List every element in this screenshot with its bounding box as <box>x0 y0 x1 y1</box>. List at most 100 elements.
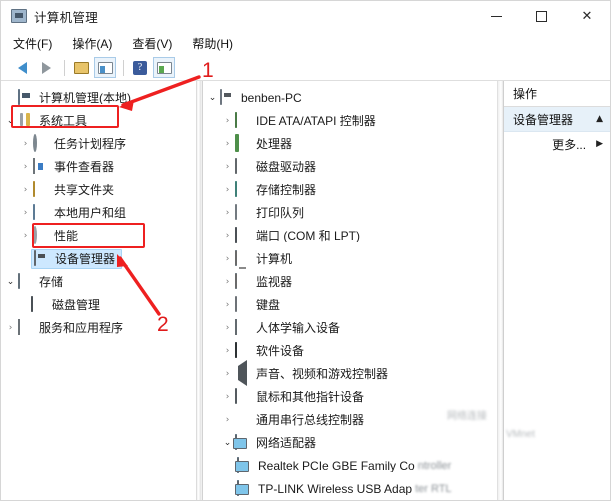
device-node-ports[interactable]: › 端口 (COM 和 LPT) <box>203 224 503 247</box>
device-node-computer[interactable]: › 计算机 <box>203 247 503 270</box>
chevron-right-icon[interactable]: › <box>220 270 235 293</box>
chevron-up-icon[interactable]: ▲ <box>596 114 603 124</box>
console-tree-pane: › 计算机管理(本地) ⌄ 系统工具 › 任务计划程序 › <box>1 81 196 500</box>
chevron-right-icon[interactable]: › <box>220 385 235 408</box>
chevron-down-icon[interactable]: ⌄ <box>3 109 18 132</box>
device-node-processor[interactable]: › 处理器 <box>203 132 503 155</box>
show-pane-icon[interactable] <box>94 57 116 78</box>
tree-item-performance[interactable]: › 性能 <box>1 224 196 247</box>
chevron-right-icon[interactable]: › <box>18 178 33 201</box>
back-icon[interactable] <box>11 57 33 78</box>
menu-action[interactable]: 操作(A) <box>72 35 112 52</box>
window-title: 计算机管理 <box>34 11 99 25</box>
device-node-storage-controllers[interactable]: › 存储控制器 <box>203 178 503 201</box>
device-node-realtek-pcie-gbe[interactable]: Realtek PCIe GBE Family Co ntroller <box>203 454 503 477</box>
chevron-right-icon[interactable]: › <box>220 339 235 362</box>
menu-help[interactable]: 帮助(H) <box>192 35 233 52</box>
chevron-right-icon[interactable]: › <box>18 155 33 178</box>
device-node-hid[interactable]: › 人体学输入设备 <box>203 316 503 339</box>
chevron-right-icon[interactable]: ▶ <box>596 139 603 149</box>
menu-file[interactable]: 文件(F) <box>13 35 52 52</box>
ide-controller-icon <box>235 111 251 129</box>
device-node-tplink-wireless-usb[interactable]: TP-LINK Wireless USB Adap ter RTL <box>203 477 503 500</box>
chevron-right-icon[interactable]: › <box>18 201 33 224</box>
open-folder-icon[interactable] <box>70 57 92 78</box>
print-queue-icon <box>235 203 251 221</box>
device-node-ide-controller[interactable]: › IDE ATA/ATAPI 控制器 <box>203 109 503 132</box>
minimize-button[interactable] <box>474 1 519 32</box>
menu-view[interactable]: 查看(V) <box>132 35 172 52</box>
device-node-label: 鼠标和其他指针设备 <box>256 390 365 403</box>
toolbar-separator-1 <box>64 59 65 76</box>
tree-item-computer-management-local[interactable]: › 计算机管理(本地) <box>1 86 196 109</box>
chevron-right-icon[interactable]: › <box>3 316 18 339</box>
chevron-right-icon[interactable]: › <box>220 224 235 247</box>
tree-item-disk-management[interactable]: 磁盘管理 <box>1 293 196 316</box>
computer-node-icon <box>220 88 236 106</box>
tree-item-local-users-groups[interactable]: › 本地用户和组 <box>1 201 196 224</box>
title-bar: 计算机管理 ✕ <box>1 1 610 32</box>
device-node-sound-video-game[interactable]: › 声音、视频和游戏控制器 <box>203 359 503 386</box>
actions-more-item[interactable]: 更多... ▶ <box>504 132 610 156</box>
chevron-right-icon[interactable]: › <box>220 132 235 155</box>
obscured-text: ter RTL <box>415 482 452 495</box>
chevron-right-icon[interactable]: › <box>18 132 33 155</box>
device-node-mice[interactable]: › 鼠标和其他指针设备 <box>203 385 503 408</box>
network-device-icon <box>237 479 253 497</box>
device-node-network-adapters[interactable]: ⌄ 网络适配器 <box>203 431 503 454</box>
device-node-disk-drives[interactable]: › 磁盘驱动器 <box>203 155 503 178</box>
chevron-right-icon[interactable]: › <box>220 293 235 316</box>
chevron-right-icon[interactable]: › <box>220 247 235 270</box>
device-node-keyboards[interactable]: › 键盘 <box>203 293 503 316</box>
device-node-label: 计算机 <box>256 252 293 265</box>
shared-folders-icon <box>33 180 49 198</box>
tree-item-services-applications[interactable]: › 服务和应用程序 <box>1 316 196 339</box>
chevron-right-icon[interactable]: › <box>220 408 235 431</box>
tree-item-task-scheduler[interactable]: › 任务计划程序 <box>1 132 196 155</box>
device-tree-pane: ⌄ benben-PC › IDE ATA/ATAPI 控制器 › 处理器 › <box>203 81 503 500</box>
chevron-right-icon[interactable]: › <box>220 316 235 339</box>
device-node-label: 打印队列 <box>256 206 305 219</box>
software-device-icon <box>235 341 251 359</box>
center-scrollbar[interactable] <box>497 81 503 500</box>
device-node-software-devices[interactable]: › 软件设备 <box>203 339 503 362</box>
maximize-button[interactable] <box>519 1 564 32</box>
tree-item-label: 任务计划程序 <box>54 137 127 150</box>
chevron-right-icon[interactable]: › <box>220 201 235 224</box>
pane-splitter[interactable] <box>196 81 203 500</box>
tree-item-label: 设备管理器 <box>55 252 116 265</box>
ghost-artifact-2: VMnet <box>506 429 535 440</box>
chevron-down-icon[interactable]: ⌄ <box>205 86 220 109</box>
chevron-down-icon[interactable]: ⌄ <box>3 270 18 293</box>
tree-item-label: 系统工具 <box>39 114 88 127</box>
tree-item-shared-folders[interactable]: › 共享文件夹 <box>1 178 196 201</box>
actions-header: 操作 <box>504 81 610 107</box>
computer-management-icon <box>18 88 34 106</box>
local-users-groups-icon <box>33 203 49 221</box>
tree-item-event-viewer[interactable]: › 事件查看器 <box>1 155 196 178</box>
device-node-label: 磁盘驱动器 <box>256 160 317 173</box>
tree-item-label: 事件查看器 <box>54 160 115 173</box>
device-node-label: TP-LINK Wireless USB Adap <box>258 482 413 495</box>
device-node-monitors[interactable]: › 监视器 <box>203 270 503 293</box>
system-tools-icon <box>18 113 34 129</box>
device-node-label: 处理器 <box>256 137 293 150</box>
chevron-right-icon[interactable]: › <box>220 362 235 385</box>
chevron-right-icon[interactable]: › <box>18 224 33 247</box>
chevron-right-icon[interactable]: › <box>220 155 235 178</box>
close-button[interactable]: ✕ <box>564 1 610 32</box>
action-pane-icon[interactable] <box>153 57 175 78</box>
tree-item-storage[interactable]: ⌄ 存储 <box>1 270 196 293</box>
forward-icon[interactable] <box>35 57 57 78</box>
chevron-right-icon[interactable]: › <box>220 178 235 201</box>
device-node-benben-pc[interactable]: ⌄ benben-PC <box>203 86 503 109</box>
chevron-right-icon[interactable]: › <box>220 109 235 132</box>
device-node-label: 软件设备 <box>256 344 305 357</box>
tree-item-system-tools[interactable]: ⌄ 系统工具 <box>1 109 196 132</box>
help-icon[interactable]: ? <box>129 57 151 78</box>
storage-icon <box>18 272 34 290</box>
device-node-print-queues[interactable]: › 打印队列 <box>203 201 503 224</box>
tree-item-label: 共享文件夹 <box>54 183 115 196</box>
actions-group-device-manager[interactable]: 设备管理器 ▲ <box>504 107 610 132</box>
tree-item-device-manager[interactable]: 设备管理器 <box>1 247 196 270</box>
